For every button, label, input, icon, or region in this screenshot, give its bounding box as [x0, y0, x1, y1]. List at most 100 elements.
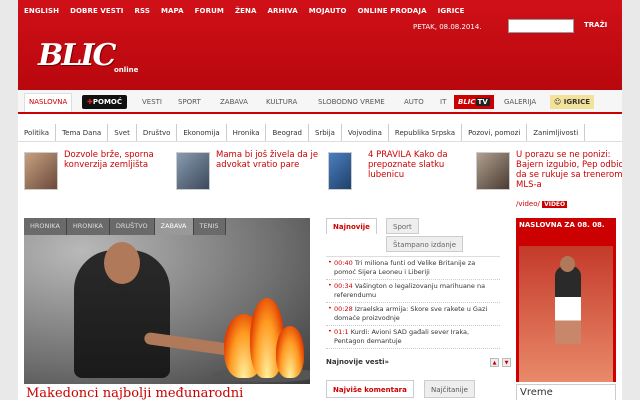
subnav-hronika[interactable]: Hronika — [227, 124, 267, 141]
teaser-item[interactable]: Dozvole brže, sporna konverzija zemljišt… — [24, 148, 174, 208]
tab-najcitanije[interactable]: Najčitanije — [424, 380, 475, 398]
topnav-rss[interactable]: RSS — [135, 7, 150, 15]
topnav-english[interactable]: ENGLISH — [24, 7, 59, 15]
news-time: 01:1 — [334, 328, 349, 336]
gallery-tab-tenis[interactable]: TENIS — [193, 218, 226, 235]
nav-pomoc-label: POMOĆ — [92, 98, 123, 106]
teaser-headline[interactable]: U porazu se ne ponizi: Bajern izgubio, P… — [516, 150, 622, 190]
blictv-blic-label: BLIC — [458, 98, 476, 106]
photo-flame — [276, 326, 304, 378]
main-navigation: NASLOVNA ✚POMOĆ VESTI SPORT ZABAVA KULTU… — [18, 90, 622, 114]
teaser-thumbnail[interactable] — [176, 152, 210, 190]
subnav-pozovi-pomozi[interactable]: Pozovi, pomozi — [462, 124, 528, 141]
topnav-mojauto[interactable]: MOJAUTO — [309, 7, 347, 15]
nav-vesti[interactable]: VESTI — [142, 94, 162, 110]
gallery-tab-hronika[interactable]: HRONIKA — [24, 218, 67, 235]
tab-sport[interactable]: Sport — [386, 218, 419, 234]
featured-photo[interactable] — [24, 218, 310, 384]
list-item[interactable]: 00:34 Vašington o legalizovanju marihuan… — [326, 280, 500, 303]
front-page-cover[interactable] — [519, 246, 613, 382]
nav-pomoc[interactable]: ✚POMOĆ — [82, 95, 128, 109]
tab-najvise-komentara[interactable]: Najviše komentara — [326, 380, 414, 398]
topnav-dobre-vesti[interactable]: DOBRE VESTI — [70, 7, 123, 15]
nav-galerija[interactable]: GALERIJA — [504, 94, 536, 110]
subnav-svet[interactable]: Svet — [108, 124, 137, 141]
nav-kultura[interactable]: KULTURA — [266, 94, 297, 110]
news-time: 00:40 — [334, 259, 353, 267]
teaser-strip: Dozvole brže, sporna konverzija zemljišt… — [18, 146, 622, 210]
subnav-srbija[interactable]: Srbija — [309, 124, 342, 141]
site-logo[interactable]: BLIC — [38, 38, 116, 78]
list-item[interactable]: 01:1 Kurdi: Avioni SAD gađali sever Irak… — [326, 326, 500, 349]
teaser-headline[interactable]: 4 PRAVILA Kako da prepoznate slatku lube… — [368, 150, 476, 180]
nav-slobodno-vreme[interactable]: SLOBODNO VREME — [318, 94, 385, 110]
news-time: 00:28 — [334, 305, 353, 313]
subnav-vojvodina[interactable]: Vojvodina — [342, 124, 389, 141]
teaser-thumbnail[interactable] — [328, 152, 352, 190]
topnav-arhiva[interactable]: ARHIVA — [268, 7, 298, 15]
news-pager: ▲ ▼ — [490, 358, 511, 367]
news-text: Vašington o legalizovanju marihuane na r… — [334, 282, 486, 299]
teaser-headline[interactable]: Mama bi još živela da je advokat vratio … — [216, 150, 324, 170]
arrow-down-icon[interactable]: ▼ — [502, 358, 511, 367]
tab-najnovije[interactable]: Najnovije — [326, 218, 377, 234]
subnav-republika-srpska[interactable]: Republika Srpska — [389, 124, 463, 141]
topnav-forum[interactable]: FORUM — [195, 7, 224, 15]
arrow-up-icon[interactable]: ▲ — [490, 358, 499, 367]
search-button[interactable]: TRAŽI — [584, 21, 607, 29]
nav-blic-tv[interactable]: BLIC TV — [454, 95, 494, 109]
current-date: PETAK, 08.08.2014. — [413, 23, 482, 31]
photo-head — [104, 242, 140, 284]
teaser-video-link[interactable]: /video/ VIDEO — [516, 200, 568, 208]
tab-stampano-izdanje[interactable]: Štampano izdanje — [386, 236, 464, 252]
gallery-tab-drustvo[interactable]: DRUŠTVO — [109, 218, 155, 235]
top-navigation: ENGLISH DOBRE VESTI RSS MAPA FORUM ŽENA … — [24, 7, 465, 15]
gallery-tab-zabava[interactable]: ZABAVA — [154, 218, 194, 235]
site-header: ENGLISH DOBRE VESTI RSS MAPA FORUM ŽENA … — [18, 0, 622, 90]
teaser-item[interactable]: Mama bi još živela da je advokat vratio … — [176, 148, 326, 208]
nav-it[interactable]: IT — [440, 94, 446, 110]
subnav-politika[interactable]: Politika — [18, 124, 57, 141]
teaser-item[interactable]: 4 PRAVILA Kako da prepoznate slatku lube… — [328, 148, 478, 208]
nav-naslovna[interactable]: NASLOVNA — [24, 93, 73, 112]
news-text: Tri miliona funti od Velike Britanije za… — [334, 259, 476, 276]
subnav-tema-dana[interactable]: Tema Dana — [56, 124, 109, 141]
topnav-online-prodaja[interactable]: ONLINE PRODAJA — [358, 7, 427, 15]
video-badge: VIDEO — [542, 201, 568, 208]
nav-igrice[interactable]: ☺ IGRICE — [550, 95, 595, 109]
more-news-link[interactable]: Najnovije vesti» — [326, 358, 389, 366]
subnav-drustvo[interactable]: Društvo — [137, 124, 178, 141]
sub-navigation: Politika Tema Dana Svet Društvo Ekonomij… — [18, 124, 622, 142]
igrice-icon: ☺ — [554, 98, 562, 106]
gallery-tab-hronika-2[interactable]: HRONIKA — [66, 218, 110, 235]
weather-box[interactable]: Vreme — [516, 384, 616, 400]
front-page-box[interactable]: NASLOVNA ZA 08. 08. — [516, 218, 616, 382]
news-time: 00:34 — [334, 282, 353, 290]
nav-sport[interactable]: SPORT — [178, 94, 201, 110]
news-text: Kurdi: Avioni SAD gađali sever Iraka, Pe… — [334, 328, 470, 345]
front-page-title: NASLOVNA ZA 08. 08. — [519, 221, 605, 229]
cover-head — [560, 256, 575, 272]
video-link-label: /video/ — [516, 200, 540, 208]
teaser-item[interactable]: U porazu se ne ponizi: Bajern izgubio, P… — [476, 148, 622, 208]
news-panel: Najnovije Sport Štampano izdanje 00:40 T… — [320, 218, 511, 400]
search-input[interactable] — [508, 19, 574, 33]
teaser-thumbnail[interactable] — [24, 152, 58, 190]
topnav-mapa[interactable]: MAPA — [161, 7, 184, 15]
teaser-headline[interactable]: Dozvole brže, sporna konverzija zemljišt… — [64, 150, 172, 170]
nav-zabava[interactable]: ZABAVA — [220, 94, 248, 110]
teaser-thumbnail[interactable] — [476, 152, 510, 190]
topnav-zena[interactable]: ŽENA — [235, 7, 257, 15]
subnav-ekonomija[interactable]: Ekonomija — [177, 124, 227, 141]
nav-auto[interactable]: AUTO — [404, 94, 424, 110]
featured-gallery[interactable]: HRONIKA HRONIKA DRUŠTVO ZABAVA TENIS Mak… — [24, 218, 310, 400]
gallery-tabs: HRONIKA HRONIKA DRUŠTVO ZABAVA TENIS — [24, 218, 226, 235]
logo-text: BLIC — [38, 38, 116, 73]
subnav-beograd[interactable]: Beograd — [266, 124, 309, 141]
topnav-igrice[interactable]: IGRICE — [438, 7, 465, 15]
list-item[interactable]: 00:28 Izraelska armija: Skore sve rakete… — [326, 303, 500, 326]
subnav-zanimljivosti[interactable]: Zanimljivosti — [527, 124, 586, 141]
gallery-headline[interactable]: Makedonci najbolji međunarodni — [24, 384, 310, 400]
list-item[interactable]: 00:40 Tri miliona funti od Velike Britan… — [326, 257, 500, 280]
news-text: Izraelska armija: Skore sve rakete u Gaz… — [334, 305, 488, 322]
